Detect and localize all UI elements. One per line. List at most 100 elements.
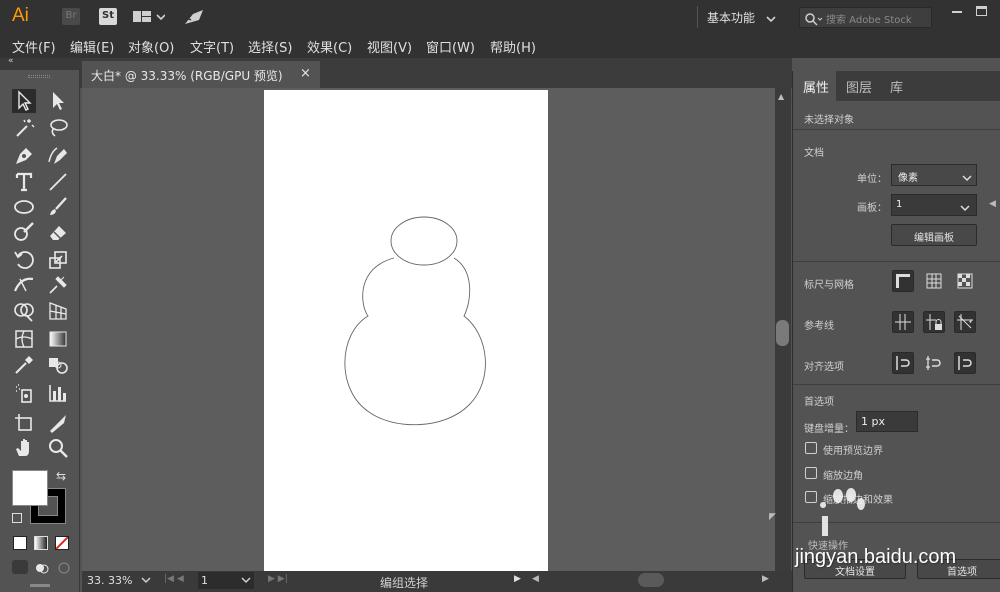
- menu-file[interactable]: 文件(F): [12, 37, 56, 56]
- snap-to-point-icon[interactable]: [892, 352, 914, 374]
- menu-type[interactable]: 文字(T): [190, 37, 234, 56]
- eraser-tool-icon[interactable]: [46, 220, 70, 244]
- collapse-icon[interactable]: «: [8, 56, 14, 66]
- blend-tool-icon[interactable]: [46, 353, 70, 377]
- scale-corners-checkbox[interactable]: [805, 467, 817, 479]
- stock-button[interactable]: St: [99, 8, 117, 25]
- lasso-tool-icon[interactable]: [46, 116, 70, 140]
- panel-toggle-icon[interactable]: ◤: [769, 512, 776, 522]
- zoom-level[interactable]: 33. 33%: [87, 574, 132, 587]
- menu-select[interactable]: 选择(S): [248, 37, 292, 56]
- perspective-grid-tool-icon[interactable]: [46, 299, 70, 323]
- color-mode-icon[interactable]: [13, 536, 27, 550]
- line-segment-tool-icon[interactable]: [46, 170, 70, 194]
- type-tool-icon[interactable]: [12, 170, 36, 194]
- chevron-down-icon: [961, 169, 973, 188]
- grid-icon[interactable]: [923, 270, 945, 292]
- draw-normal-icon[interactable]: [12, 560, 28, 574]
- mesh-tool-icon[interactable]: [12, 327, 36, 351]
- snap-to-glyph-icon[interactable]: [954, 352, 976, 374]
- scale-tool-icon[interactable]: [46, 248, 70, 272]
- width-tool-icon[interactable]: [12, 273, 36, 297]
- close-document-icon[interactable]: ×: [300, 66, 311, 81]
- horizontal-scroll-thumb[interactable]: [638, 573, 664, 587]
- bridge-button[interactable]: Br: [62, 8, 80, 25]
- use-preview-bounds-checkbox[interactable]: [805, 442, 817, 454]
- tab-libraries[interactable]: 库: [890, 77, 903, 96]
- column-graph-tool-icon[interactable]: [46, 381, 70, 405]
- gradient-mode-icon[interactable]: [34, 536, 48, 550]
- pen-tool-icon[interactable]: [12, 144, 36, 168]
- shaper-tool-icon[interactable]: [12, 220, 36, 244]
- transparency-grid-icon[interactable]: [954, 270, 976, 292]
- smart-guides-icon[interactable]: [954, 311, 976, 333]
- zoom-tool-icon[interactable]: [46, 436, 70, 460]
- ruler-icon[interactable]: [892, 270, 914, 292]
- eyedropper-tool-icon[interactable]: [12, 353, 36, 377]
- panel-collapse-arrow-icon[interactable]: ◀: [989, 199, 996, 209]
- grip-icon[interactable]: [28, 75, 50, 78]
- gourd-shape-drawing[interactable]: [264, 90, 548, 571]
- swap-fill-stroke-icon[interactable]: ⇆: [56, 469, 66, 483]
- artboard[interactable]: [264, 90, 548, 571]
- menu-window[interactable]: 窗口(W): [426, 37, 475, 56]
- toolbar-header[interactable]: «: [0, 56, 80, 70]
- default-colors-icon[interactable]: [12, 513, 22, 523]
- gradient-tool-icon[interactable]: [46, 327, 70, 351]
- workspace-switcher[interactable]: 基本功能: [707, 9, 755, 26]
- keyboard-increment-input[interactable]: 1 px: [856, 411, 918, 432]
- document-tab[interactable]: 大白* @ 33.33% (RGB/GPU 预览) ×: [82, 61, 320, 88]
- ellipse-tool-icon[interactable]: [12, 195, 36, 219]
- artboard-dropdown-icon[interactable]: [240, 573, 252, 590]
- curvature-tool-icon[interactable]: [46, 144, 70, 168]
- scroll-right-icon[interactable]: ▶: [762, 574, 769, 584]
- scroll-left-icon[interactable]: ◀: [532, 574, 539, 584]
- menu-object[interactable]: 对象(O): [128, 37, 174, 56]
- vertical-scrollbar[interactable]: ▲ ◤: [769, 88, 791, 571]
- artboard-select[interactable]: 1: [891, 194, 977, 216]
- artboard-tool-icon[interactable]: [12, 411, 36, 435]
- slice-tool-icon[interactable]: [46, 411, 70, 435]
- snap-to-pixel-icon[interactable]: [923, 352, 945, 374]
- puppet-warp-tool-icon[interactable]: [46, 273, 70, 297]
- draw-inside-icon[interactable]: [56, 560, 72, 574]
- rotate-tool-icon[interactable]: [12, 248, 36, 272]
- zoom-dropdown-icon[interactable]: [140, 573, 152, 590]
- arrange-documents-icon[interactable]: [133, 9, 166, 29]
- tab-properties[interactable]: 属性: [803, 77, 829, 96]
- selection-tool-icon[interactable]: [12, 89, 36, 113]
- menu-bar: 文件(F) 编辑(E) 对象(O) 文字(T) 选择(S) 效果(C) 视图(V…: [0, 34, 1000, 58]
- symbol-sprayer-tool-icon[interactable]: [12, 381, 36, 405]
- screen-mode-icon[interactable]: [30, 584, 50, 587]
- edit-artboards-button[interactable]: 编辑画板: [891, 224, 977, 246]
- show-guides-icon[interactable]: [892, 311, 914, 333]
- lock-guides-icon[interactable]: [923, 311, 945, 333]
- units-value: 像素: [898, 173, 918, 184]
- current-tool-hint[interactable]: 编组选择: [380, 574, 428, 591]
- stock-search-field[interactable]: 搜索 Adobe Stock: [799, 7, 932, 28]
- hand-tool-icon[interactable]: [12, 436, 36, 460]
- scroll-up-icon[interactable]: ▲: [778, 92, 784, 101]
- none-mode-icon[interactable]: [55, 536, 69, 550]
- gpu-performance-icon[interactable]: [183, 8, 205, 30]
- menu-view[interactable]: 视图(V): [367, 37, 412, 56]
- menu-edit[interactable]: 编辑(E): [70, 37, 114, 56]
- maximize-icon[interactable]: [976, 6, 987, 16]
- chevron-down-icon[interactable]: [765, 10, 777, 29]
- units-dropdown[interactable]: 像素: [891, 164, 977, 186]
- status-menu-icon[interactable]: ▶: [514, 574, 521, 584]
- first-artboard-icon[interactable]: |◀ ◀: [164, 574, 184, 584]
- paintbrush-tool-icon[interactable]: [46, 195, 70, 219]
- draw-behind-icon[interactable]: [34, 560, 50, 574]
- last-artboard-icon[interactable]: ▶ ▶|: [268, 574, 288, 584]
- menu-help[interactable]: 帮助(H): [490, 37, 536, 56]
- minimize-icon[interactable]: [952, 11, 962, 13]
- artboard-navigation-field[interactable]: 1: [198, 572, 254, 589]
- direct-selection-tool-icon[interactable]: [46, 89, 70, 113]
- shape-builder-tool-icon[interactable]: [12, 299, 36, 323]
- vertical-scroll-thumb[interactable]: [776, 320, 789, 346]
- menu-effect[interactable]: 效果(C): [307, 37, 352, 56]
- magic-wand-tool-icon[interactable]: [12, 116, 36, 140]
- tab-layers[interactable]: 图层: [846, 77, 872, 96]
- fill-color-box[interactable]: [12, 470, 48, 506]
